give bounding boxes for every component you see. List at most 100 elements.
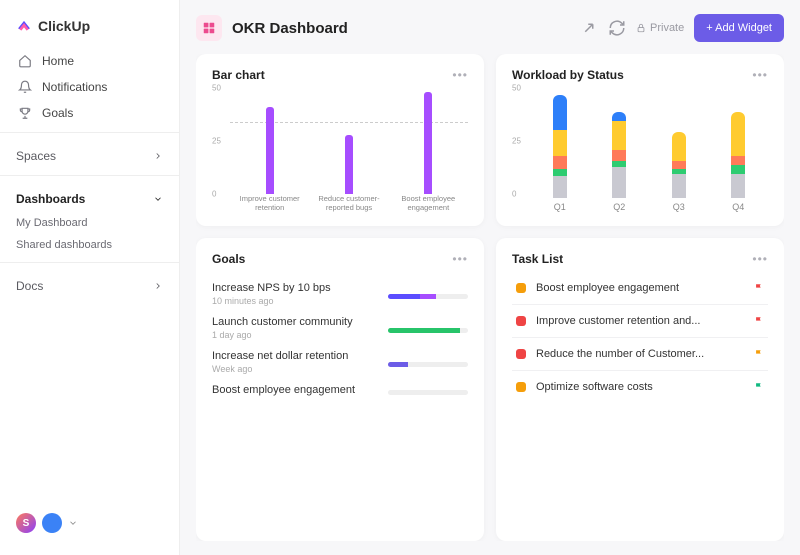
goal-progress [388,362,468,367]
task-item[interactable]: Boost employee engagement [512,272,768,305]
task-item[interactable]: Improve customer retention and... [512,305,768,338]
section-label: Dashboards [16,192,85,206]
chevron-right-icon [153,151,163,161]
bar-segment [612,167,626,198]
goal-title: Boost employee engagement [212,384,355,396]
bar [345,135,353,194]
refresh-icon[interactable] [608,19,626,37]
bar-segment [612,112,626,121]
bar-segment [731,112,745,156]
home-icon [18,54,32,68]
goal-item[interactable]: Increase NPS by 10 bps10 minutes ago [212,282,468,306]
logo[interactable]: ClickUp [0,12,179,48]
bar-segment [553,169,567,176]
goal-item[interactable]: Launch customer community 1 day ago [212,316,468,340]
privacy-label: Private [650,22,684,34]
flag-icon[interactable] [754,283,764,293]
task-title: Boost employee engagement [536,282,744,294]
y-tick: 0 [512,190,516,199]
section-dashboards[interactable]: Dashboards [0,182,179,212]
sidebar-footer: S [0,503,179,543]
nav: Home Notifications Goals [0,48,179,126]
trophy-icon [18,106,32,120]
page-title: OKR Dashboard [232,20,348,37]
goal-timestamp: 1 day ago [212,330,353,340]
sidebar-item-my-dashboard[interactable]: My Dashboard [0,212,179,234]
card-menu-icon[interactable]: ••• [752,252,768,266]
status-box [516,283,526,293]
bar-segment [731,156,745,165]
y-tick: 25 [212,137,221,146]
flag-icon[interactable] [754,349,764,359]
sidebar-item-shared-dashboards[interactable]: Shared dashboards [0,234,179,256]
goal-timestamp: 10 minutes ago [212,296,331,306]
section-label: Spaces [16,149,56,163]
divider [0,262,179,263]
card-menu-icon[interactable]: ••• [752,68,768,82]
task-title: Reduce the number of Customer... [536,348,744,360]
x-label: Reduce customer-reported bugs [314,194,384,212]
section-docs[interactable]: Docs [0,269,179,299]
x-label: Q1 [554,202,566,212]
topbar: OKR Dashboard Private + Add Widget [196,14,784,42]
avatar[interactable] [42,513,62,533]
goal-item[interactable]: Boost employee engagement [212,384,468,396]
card-bar-chart: Bar chart ••• 0 25 50 Improve customer ret… [196,54,484,226]
x-label: Q3 [673,202,685,212]
goal-progress [388,328,468,333]
card-workload: Workload by Status ••• 02550 Q1Q2Q3Q4 [496,54,784,226]
bar-segment [553,95,567,130]
task-item[interactable]: Reduce the number of Customer... [512,338,768,371]
status-box [516,349,526,359]
nav-home[interactable]: Home [8,48,171,74]
main: OKR Dashboard Private + Add Widget Bar c… [180,0,800,555]
lock-icon [636,23,646,33]
card-title: Task List [512,252,563,266]
divider [0,132,179,133]
bar-segment [731,174,745,198]
status-box [516,316,526,326]
bar-segment [672,161,686,170]
card-menu-icon[interactable]: ••• [452,68,468,82]
section-spaces[interactable]: Spaces [0,139,179,169]
goal-progress [388,294,468,299]
x-label: Q2 [613,202,625,212]
nav-label: Home [42,54,74,68]
bar [266,107,274,194]
bar-segment [612,150,626,161]
chevron-right-icon [153,281,163,291]
add-widget-button[interactable]: + Add Widget [694,14,784,42]
flag-icon[interactable] [754,382,764,392]
bar-segment [612,121,626,150]
y-tick: 50 [212,84,221,93]
stacked-bar [731,112,745,198]
goal-item[interactable]: Increase net dollar retentionWeek ago [212,350,468,374]
goal-progress [388,390,468,395]
y-tick: 25 [512,137,521,146]
bar-chart: 02550 Improve customer retentionReduce c… [212,88,468,212]
section-label: Docs [16,279,43,293]
y-tick: 0 [212,190,216,199]
bar-segment [553,156,567,169]
task-title: Improve customer retention and... [536,315,744,327]
avatar-initial[interactable]: S [16,513,36,533]
task-item[interactable]: Optimize software costs [512,371,768,403]
stacked-bar [612,112,626,198]
card-menu-icon[interactable]: ••• [452,252,468,266]
x-label: Q4 [732,202,744,212]
stacked-bar-chart: 02550 Q1Q2Q3Q4 [512,88,768,212]
bell-icon [18,80,32,94]
card-title: Goals [212,252,245,266]
nav-goals[interactable]: Goals [8,100,171,126]
privacy-indicator[interactable]: Private [636,22,684,34]
nav-label: Notifications [42,80,107,94]
flag-icon[interactable] [754,316,764,326]
nav-notifications[interactable]: Notifications [8,74,171,100]
goal-title: Launch customer community [212,316,353,328]
card-title: Bar chart [212,68,265,82]
stacked-bar [672,132,686,198]
chevron-down-icon[interactable] [68,518,78,528]
brand-name: ClickUp [38,18,90,34]
x-label: Improve customer retention [235,194,305,212]
expand-icon[interactable] [580,19,598,37]
